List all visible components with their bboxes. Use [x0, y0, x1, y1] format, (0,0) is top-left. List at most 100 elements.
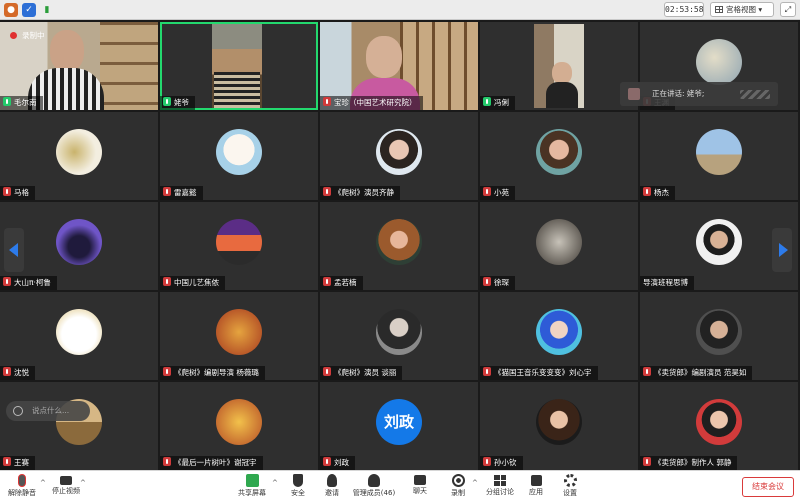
participant-tile[interactable]: 雷嘉懿: [160, 112, 318, 200]
participant-tile[interactable]: 《猫国王音乐变变变》刘心宇: [480, 292, 638, 380]
participant-tile[interactable]: 孙小钦: [480, 382, 638, 470]
avatar: [696, 129, 742, 175]
participant-tile[interactable]: 《爬树》演员 谈丽: [320, 292, 478, 380]
view-mode-button[interactable]: 宫格视图 ▾: [710, 2, 774, 17]
window-top-bar: ● ✓ ▮ 02:53:58 宫格视图 ▾ ⤢: [0, 0, 800, 20]
participant-tile[interactable]: 沈悦: [0, 292, 158, 380]
previous-page-button[interactable]: [4, 228, 24, 272]
view-mode-label: 宫格视图: [726, 5, 756, 14]
mic-muted-icon: [323, 457, 331, 466]
participant-tile[interactable]: 录制中 毛尔南: [0, 22, 158, 110]
avatar: [376, 309, 422, 355]
meeting-timer: 02:53:58: [664, 2, 704, 17]
next-page-button[interactable]: [772, 228, 792, 272]
mic-muted-icon: [323, 187, 331, 196]
person-body: [546, 82, 578, 108]
participant-tile[interactable]: 《卖货郎》编剧演员 范昊如: [640, 292, 798, 380]
signal-strength-icon[interactable]: ▮: [40, 3, 54, 17]
avatar: [536, 219, 582, 265]
unmute-button[interactable]: 解除静音: [0, 473, 44, 501]
video-camera-icon: [60, 476, 72, 485]
share-screen-button[interactable]: 共享屏幕: [230, 473, 274, 501]
mic-muted-icon: [3, 457, 11, 466]
avatar: [216, 219, 262, 265]
mic-muted-icon: [323, 97, 331, 106]
security-shield-icon[interactable]: ✓: [22, 3, 36, 17]
participant-tile[interactable]: 王赛: [0, 382, 158, 470]
participant-tile[interactable]: 宝珍（中国艺术研究院）: [320, 22, 478, 110]
avatar: [56, 309, 102, 355]
participant-tile[interactable]: 《爬树》编剧导演 杨薇璐: [160, 292, 318, 380]
avatar: [216, 399, 262, 445]
participant-name: 沈悦: [0, 366, 35, 380]
participant-name: 刘政: [320, 456, 355, 470]
mic-muted-icon: [483, 367, 491, 376]
chat-quick-input[interactable]: 说点什么...: [6, 401, 90, 421]
avatar: [536, 309, 582, 355]
mic-muted-icon: [163, 277, 171, 286]
mic-muted-icon: [643, 367, 651, 376]
audio-wave-icon: [740, 90, 770, 99]
breakout-grid-icon: [494, 475, 506, 486]
participant-tile[interactable]: 《卖货郎》制作人 郭静: [640, 382, 798, 470]
mic-muted-icon: [483, 187, 491, 196]
participant-tile[interactable]: 中国儿艺焦侬: [160, 202, 318, 290]
avatar: [696, 39, 742, 85]
participant-tile[interactable]: 杨杰: [640, 112, 798, 200]
participant-tile[interactable]: 小苑: [480, 112, 638, 200]
participant-name: 马格: [0, 186, 35, 200]
invite-button[interactable]: 邀请: [310, 473, 354, 501]
avatar: [216, 129, 262, 175]
mic-icon: [483, 97, 491, 106]
mic-muted-icon: [483, 457, 491, 466]
participant-tile[interactable]: 《最后一片树叶》谢冠宇: [160, 382, 318, 470]
participant-name: 《卖货郎》编剧演员 范昊如: [640, 366, 753, 380]
participant-name: 杨杰: [640, 186, 675, 200]
avatar-initials: 刘政: [376, 399, 422, 445]
participant-tile[interactable]: 徐琛: [480, 202, 638, 290]
participant-name: 雷嘉懿: [160, 186, 203, 200]
settings-button[interactable]: 设置: [548, 473, 592, 501]
participant-name: 大山π·柯鲁: [0, 276, 57, 290]
participant-name: 导演班程思博: [640, 276, 694, 290]
mic-muted-icon: [323, 277, 331, 286]
fullscreen-button[interactable]: ⤢: [780, 2, 796, 17]
participant-name: 冯俐: [480, 96, 515, 110]
bookshelf: [100, 22, 158, 110]
participant-grid: 录制中 毛尔南 姥爷 宝珍（中国艺术研究院） 冯俐 王渊 马格 雷嘉懿 《爬树》…: [0, 22, 800, 470]
participant-tile[interactable]: 《爬树》演员齐静: [320, 112, 478, 200]
participant-name: 小苑: [480, 186, 515, 200]
add-user-icon: [327, 474, 337, 487]
gear-icon: [563, 474, 577, 487]
participant-name: 徐琛: [480, 276, 515, 290]
participant-name: 毛尔南: [0, 96, 43, 110]
avatar: [536, 129, 582, 175]
participant-tile[interactable]: 刘政 刘政: [320, 382, 478, 470]
mic-muted-icon: [3, 277, 11, 286]
participant-tile[interactable]: 姥爷: [160, 22, 318, 110]
person-head: [552, 62, 572, 84]
record-button[interactable]: 录制: [436, 473, 480, 501]
manage-participants-button[interactable]: 管理成员(46): [350, 473, 398, 501]
avatar: [696, 399, 742, 445]
participant-name: 《爬树》编剧导演 杨薇璐: [160, 366, 265, 380]
person-head: [50, 30, 84, 72]
mic-muted-icon: [643, 187, 651, 196]
mic-muted-icon: [323, 367, 331, 376]
stop-video-button[interactable]: 停止视频: [44, 473, 88, 501]
avatar: [56, 219, 102, 265]
end-meeting-button[interactable]: 结束会议: [742, 477, 794, 497]
emoji-icon[interactable]: [13, 406, 23, 416]
app-logo-icon: ●: [4, 3, 18, 17]
participant-tile[interactable]: 孟若楠: [320, 202, 478, 290]
participant-tile[interactable]: 冯俐: [480, 22, 638, 110]
record-dot-icon: [10, 32, 17, 39]
record-options-caret[interactable]: ^: [472, 479, 478, 487]
person-body: [214, 72, 260, 108]
avatar: [56, 129, 102, 175]
recording-indicator: 录制中: [10, 30, 45, 41]
shield-icon: [293, 474, 303, 487]
speaker-avatar: [628, 88, 640, 100]
video-options-caret[interactable]: ^: [80, 479, 86, 487]
participant-tile[interactable]: 马格: [0, 112, 158, 200]
